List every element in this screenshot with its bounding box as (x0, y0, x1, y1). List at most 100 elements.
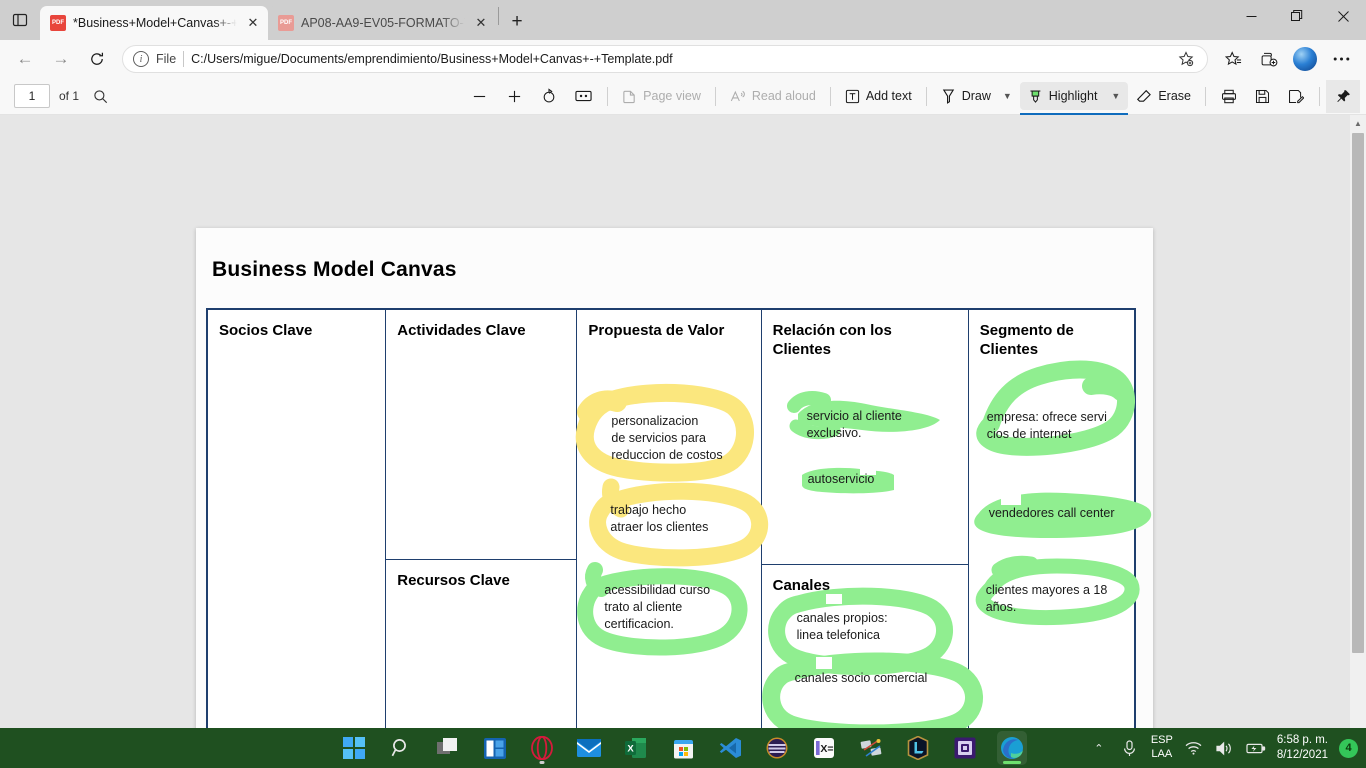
erase-label: Erase (1158, 89, 1191, 103)
page-view-button[interactable]: Page view (614, 82, 709, 110)
zoom-in-button[interactable] (497, 82, 532, 110)
page-title: Business Model Canvas (212, 258, 457, 281)
vertical-scrollbar[interactable]: ▲ (1350, 115, 1366, 728)
chevron-up-icon[interactable]: ⌃ (1089, 736, 1109, 760)
clock[interactable]: 6:58 p. m. 8/12/2021 (1277, 733, 1328, 763)
annotation-text: canales socio comercial (794, 671, 928, 685)
volume-icon[interactable] (1215, 736, 1235, 760)
canvas-cell-canales[interactable]: Canales canales propios: linea telefonic… (761, 565, 983, 728)
canvas-cell-socios-clave[interactable]: Socios Clave (208, 310, 387, 728)
start-button[interactable] (339, 731, 369, 765)
language-indicator[interactable]: ESP LAA (1151, 734, 1173, 762)
refresh-button[interactable] (80, 44, 114, 74)
pdf-favicon-icon: PDF (50, 15, 66, 31)
scrollbar-thumb[interactable] (1352, 133, 1364, 653)
task-view-button[interactable] (433, 731, 463, 765)
canvas-cell-propuesta-de-valor[interactable]: Propuesta de Valor personalizacion de se… (576, 310, 769, 728)
notification-badge[interactable]: 4 (1339, 738, 1358, 758)
xmind-icon[interactable]: X= (809, 731, 839, 765)
minimize-button[interactable] (1228, 0, 1274, 32)
close-icon[interactable]: ✕ (472, 14, 490, 32)
close-icon[interactable]: ✕ (244, 14, 262, 32)
scroll-up-icon[interactable]: ▲ (1350, 115, 1366, 131)
canvas-cell-relacion-con-los-clientes[interactable]: Relación con los Clientes servicio al cl… (761, 310, 968, 565)
mail-icon[interactable] (574, 731, 604, 765)
annotation-text: canales propios: linea telefonica (796, 611, 888, 642)
cell-title: Canales (772, 577, 831, 594)
search-button[interactable] (386, 731, 416, 765)
rotate-icon[interactable] (532, 82, 566, 110)
annotation-text: vendedores call center (988, 506, 1115, 520)
wifi-icon[interactable] (1184, 736, 1204, 760)
forward-button[interactable]: → (44, 44, 78, 74)
system-tray: ⌃ ESP LAA 6:58 p. m. 8/12/2021 4 (1089, 728, 1358, 768)
new-tab-button[interactable]: + (501, 6, 533, 38)
tab-actions-icon[interactable] (0, 0, 40, 40)
url-text[interactable]: C:/Users/migue/Documents/emprendimiento/… (191, 52, 1164, 66)
add-favorite-icon[interactable] (1171, 46, 1201, 72)
url-bar[interactable]: i File C:/Users/migue/Documents/emprendi… (122, 45, 1208, 73)
draw-button[interactable]: Draw ▼ (933, 82, 1020, 110)
battery-charging-icon[interactable] (1246, 736, 1266, 760)
maximize-restore-button[interactable] (1274, 0, 1320, 32)
browser-tab-0[interactable]: PDF *Business+Model+Canvas+-+Te ✕ (40, 6, 268, 40)
toolbar-divider (1205, 86, 1206, 106)
more-options-icon[interactable] (1324, 44, 1358, 74)
highlight-button[interactable]: Highlight ▼ (1019, 82, 1129, 115)
clock-date: 8/12/2021 (1276, 749, 1328, 761)
canvas-cell-recursos-clave[interactable]: Recursos Clave (386, 560, 576, 728)
tab-title: *Business+Model+Canvas+-+Te (73, 16, 237, 30)
opera-icon[interactable] (527, 731, 557, 765)
pdf-page: Business Model Canvas Socios Clave Activ… (196, 228, 1153, 728)
language-bottom: LAA (1151, 748, 1173, 760)
zoom-out-button[interactable] (462, 82, 497, 110)
microphone-icon[interactable] (1120, 736, 1140, 760)
canvas-cell-segmento-de-clientes[interactable]: Segmento de Clientes empresa: ofrece ser… (969, 310, 1151, 728)
page-number-input[interactable]: 1 (14, 84, 50, 108)
annotation-text: empresa: ofrece servi cios de internet (986, 410, 1107, 441)
cell-title: Recursos Clave (397, 572, 510, 589)
back-button[interactable]: ← (8, 44, 42, 74)
browser-tab-1[interactable]: PDF AP08-AA9-EV05-FORMATO-Talle ✕ (268, 6, 496, 40)
running-indicator (539, 761, 545, 764)
vscode-icon[interactable] (715, 731, 745, 765)
read-aloud-label: Read aloud (751, 89, 816, 103)
paint-icon[interactable] (856, 731, 886, 765)
canvas-cell-actividades-clave[interactable]: Actividades Clave (386, 310, 577, 560)
cell-title: Relación con los Clientes (772, 322, 892, 358)
search-icon[interactable] (85, 82, 116, 110)
chevron-down-icon[interactable]: ▼ (1003, 91, 1012, 101)
chevron-down-icon[interactable]: ▼ (1111, 91, 1120, 101)
app-icon[interactable] (950, 731, 980, 765)
obsidian-icon[interactable] (762, 731, 792, 765)
read-aloud-button[interactable]: Read aloud (722, 82, 824, 110)
site-info-icon[interactable]: i (133, 51, 149, 67)
collections-icon[interactable] (1252, 44, 1286, 74)
league-of-legends-icon[interactable] (903, 731, 933, 765)
edge-icon[interactable] (997, 731, 1027, 765)
close-window-button[interactable] (1320, 0, 1366, 32)
tab-divider (498, 7, 499, 25)
toolbar-divider (925, 86, 927, 106)
annotation-text: personalizacion de servicios para reducc… (611, 414, 723, 462)
favorites-icon[interactable] (1216, 44, 1250, 74)
tab-title: AP08-AA9-EV05-FORMATO-Talle (301, 16, 465, 30)
cell-title: Segmento de Clientes (979, 322, 1074, 358)
annotation-text: clientes mayores a 18 años. (985, 583, 1108, 614)
profile-avatar[interactable] (1293, 47, 1317, 71)
canvas-column-relacion-canales: Relación con los Clientes servicio al cl… (761, 310, 983, 728)
save-as-icon[interactable] (1279, 82, 1313, 110)
add-text-button[interactable]: Add text (837, 82, 920, 110)
erase-button[interactable]: Erase (1128, 82, 1199, 110)
excel-icon[interactable]: X (621, 731, 651, 765)
print-icon[interactable] (1212, 82, 1246, 110)
windows-taskbar: X X= ⌃ ESP LAA 6:58 p. m. 8/12/2021 4 (0, 728, 1366, 768)
pin-icon[interactable] (1326, 79, 1360, 113)
cell-title: Actividades Clave (397, 322, 526, 339)
fit-to-page-icon[interactable] (566, 82, 601, 110)
pdf-toolbar: 1 of 1 Page view Read aloud Add text Dra… (0, 78, 1366, 115)
save-icon[interactable] (1246, 82, 1279, 110)
page-view-label: Page view (643, 89, 701, 103)
microsoft-store-icon[interactable] (668, 731, 698, 765)
widgets-button[interactable] (480, 731, 510, 765)
